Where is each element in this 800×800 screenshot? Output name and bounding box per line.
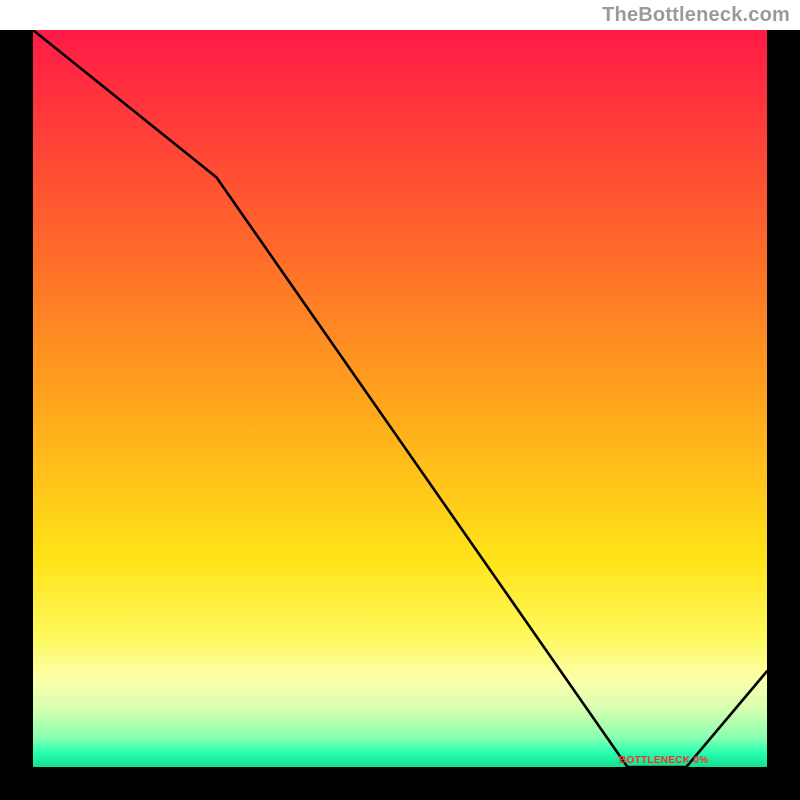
plateau-label: BOTTLENECK 0% xyxy=(619,755,708,766)
chart-frame: BOTTLENECK 0% xyxy=(0,30,800,800)
plot-area: BOTTLENECK 0% xyxy=(33,30,767,767)
bottleneck-line xyxy=(33,30,767,767)
chart-container: TheBottleneck.com BOTTLENECK 0% xyxy=(0,0,800,800)
attribution-text: TheBottleneck.com xyxy=(602,4,790,27)
